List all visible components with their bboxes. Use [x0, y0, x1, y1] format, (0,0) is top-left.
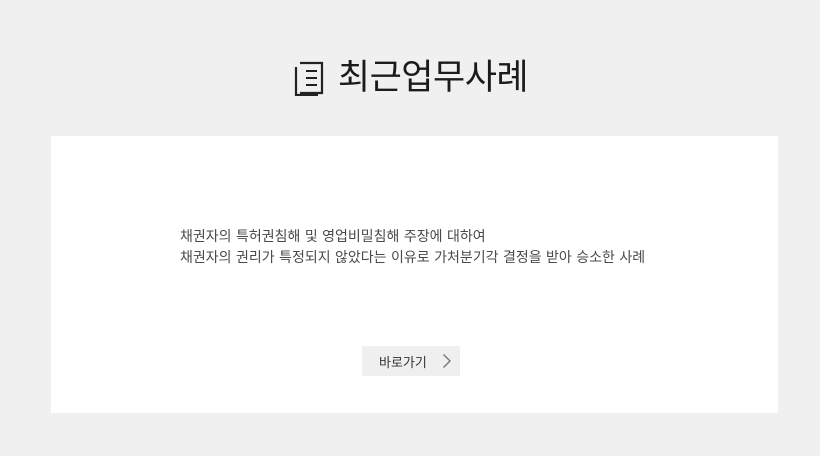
document-list-icon [294, 61, 323, 96]
section-header: 최근업무사례 [0, 56, 820, 100]
go-to-case-button[interactable]: 바로가기 [362, 346, 460, 376]
go-to-case-label: 바로가기 [379, 355, 427, 371]
recent-case-card: 채권자의 특허권침해 및 영업비밀침해 주장에 대하여 채권자의 권리가 특정되… [51, 136, 778, 413]
section-title: 최근업무사례 [337, 57, 529, 98]
chevron-right-icon [443, 354, 451, 368]
case-summary-line-2: 채권자의 권리가 특정되지 않았다는 이유로 가처분기각 결정을 받아 승소한 … [180, 250, 646, 266]
case-summary-line-1: 채권자의 특허권침해 및 영업비밀침해 주장에 대하여 [180, 229, 486, 245]
case-summary: 채권자의 특허권침해 및 영업비밀침해 주장에 대하여 채권자의 권리가 특정되… [180, 227, 740, 269]
